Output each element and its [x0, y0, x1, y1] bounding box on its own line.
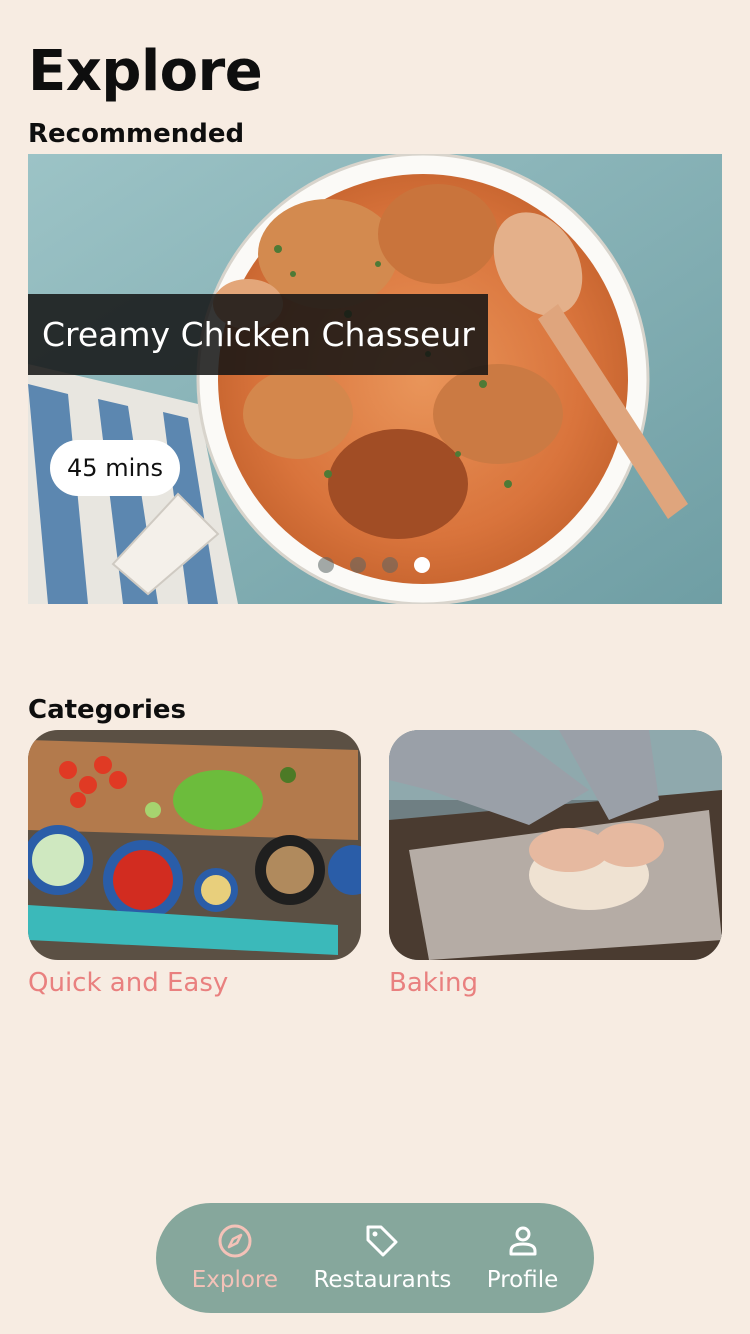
nav-item-profile[interactable]: Profile	[486, 1222, 559, 1294]
person-icon	[509, 1226, 537, 1256]
carousel-dot-active[interactable]	[414, 557, 430, 573]
bottom-navigation: Explore Restaurants Profile	[156, 1203, 594, 1313]
cook-time-text: 45 mins	[67, 454, 163, 482]
carousel-dot[interactable]	[350, 557, 366, 573]
recommended-heading: Recommended	[28, 119, 245, 149]
nav-item-restaurants[interactable]: Restaurants	[313, 1222, 451, 1294]
chicken-dish-image	[28, 154, 722, 604]
nav-label-explore: Explore	[191, 1267, 279, 1293]
tag-icon	[366, 1225, 398, 1257]
carousel-dot[interactable]	[318, 557, 334, 573]
explore-screen: Explore Recommended Creamy Chicken Chass…	[0, 0, 750, 1334]
recipe-title: Creamy Chicken Chasseur	[42, 314, 475, 354]
compass-icon	[218, 1224, 252, 1258]
vegetables-board-image	[28, 730, 361, 960]
categories-heading: Categories	[28, 695, 187, 725]
carousel-dot[interactable]	[382, 557, 398, 573]
carousel-indicator	[318, 557, 430, 573]
cook-time-badge: 45 mins	[50, 440, 180, 496]
category-baking[interactable]: Baking	[389, 730, 722, 1000]
page-title: Explore	[28, 39, 263, 104]
category-quick-and-easy[interactable]: Quick and Easy	[28, 730, 361, 1000]
nav-label-profile: Profile	[486, 1267, 559, 1293]
nav-item-explore[interactable]: Explore	[192, 1222, 278, 1294]
category-label: Baking	[389, 968, 479, 998]
recommended-card[interactable]: Creamy Chicken Chasseur 45 mins	[28, 154, 722, 604]
dough-kneading-image	[389, 730, 722, 960]
recipe-title-band: Creamy Chicken Chasseur	[28, 294, 488, 375]
nav-label-restaurants: Restaurants	[313, 1267, 452, 1293]
category-label: Quick and Easy	[28, 968, 229, 998]
